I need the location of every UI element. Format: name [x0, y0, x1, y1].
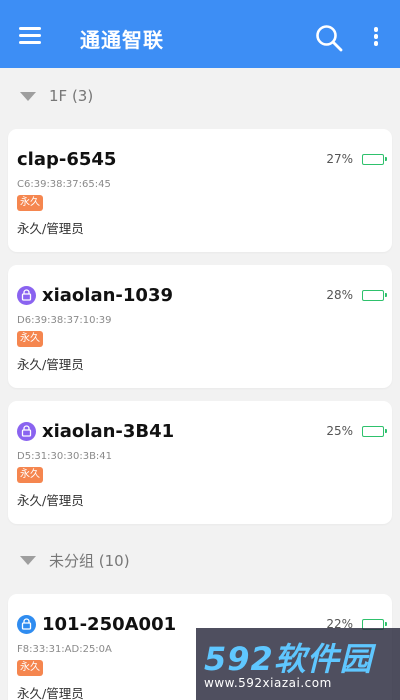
battery-icon [362, 425, 387, 437]
hamburger-menu-icon[interactable] [19, 27, 41, 44]
battery-percent: 27% [326, 152, 353, 166]
app-title: 通通智联 [80, 28, 164, 52]
device-name: xiaolan-1039 [17, 285, 173, 306]
battery-status: 27% [326, 152, 387, 166]
battery-icon [362, 153, 387, 165]
battery-percent: 28% [326, 288, 353, 302]
watermark: 592软件园 www.592xiazai.com [196, 628, 400, 700]
battery-icon [362, 289, 387, 301]
permanent-badge: 永久 [17, 331, 43, 347]
device-name: 101-250A001 [17, 614, 176, 635]
group-header-ungrouped[interactable]: 未分组 (10) [0, 532, 400, 588]
device-card[interactable]: xiaolan-3B41 D5:31:30:30:3B:41 永久 永久/管理员… [8, 401, 392, 524]
device-permission: 永久/管理员 [17, 686, 84, 700]
lock-icon [17, 615, 36, 634]
permanent-badge: 永久 [17, 660, 43, 676]
app-bar: 通通智联 [0, 0, 400, 68]
search-icon[interactable] [314, 23, 344, 53]
device-card[interactable]: clap-6545 C6:39:38:37:65:45 永久 永久/管理员 27… [8, 129, 392, 252]
lock-icon [17, 286, 36, 305]
device-mac: D6:39:38:37:10:39 [17, 315, 112, 326]
device-permission: 永久/管理员 [17, 493, 84, 508]
group-label: 未分组 (10) [49, 551, 130, 570]
chevron-down-icon [20, 555, 36, 565]
device-mac: C6:39:38:37:65:45 [17, 179, 111, 190]
watermark-url: www.592xiazai.com [204, 676, 332, 690]
battery-status: 25% [326, 424, 387, 438]
battery-status: 28% [326, 288, 387, 302]
group-header-1f[interactable]: 1F (3) [0, 68, 400, 124]
device-permission: 永久/管理员 [17, 221, 84, 236]
battery-percent: 25% [326, 424, 353, 438]
lock-icon [17, 422, 36, 441]
group-label: 1F (3) [49, 87, 94, 105]
device-name: clap-6545 [17, 149, 117, 170]
device-mac: D5:31:30:30:3B:41 [17, 451, 113, 462]
device-permission: 永久/管理员 [17, 357, 84, 372]
device-card[interactable]: xiaolan-1039 D6:39:38:37:10:39 永久 永久/管理员… [8, 265, 392, 388]
device-mac: F8:33:31:AD:25:0A [17, 644, 112, 655]
permanent-badge: 永久 [17, 195, 43, 211]
more-vertical-icon[interactable] [369, 27, 383, 47]
chevron-down-icon [20, 91, 36, 101]
permanent-badge: 永久 [17, 467, 43, 483]
device-name: xiaolan-3B41 [17, 421, 174, 442]
watermark-brand: 592软件园 [204, 640, 373, 678]
